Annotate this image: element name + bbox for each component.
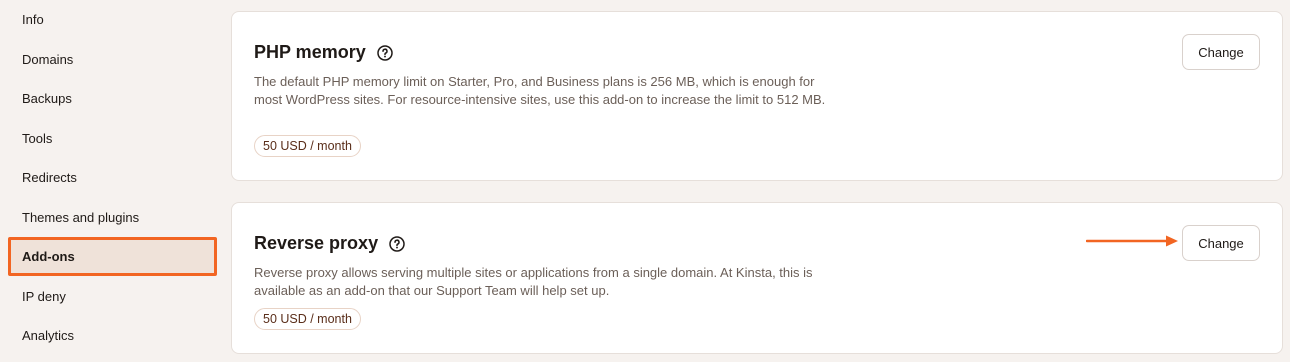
sidebar-item-label: Analytics	[22, 327, 75, 343]
addon-description: The default PHP memory limit on Starter,…	[254, 74, 826, 107]
sidebar-item-add-ons[interactable]: Add-ons	[8, 237, 217, 276]
sidebar-item-label: Redirects	[22, 169, 77, 185]
change-button-php-memory[interactable]: Change	[1182, 34, 1260, 70]
sidebar-item-themes-and-plugins[interactable]: Themes and plugins	[8, 200, 217, 234]
sidebar-item-label: Info	[22, 11, 44, 27]
sidebar-item-label: Themes and plugins	[22, 209, 140, 225]
addon-description: Reverse proxy allows serving multiple si…	[254, 265, 813, 298]
change-button-reverse-proxy[interactable]: Change	[1182, 225, 1260, 261]
sidebar-item-label: Add-ons	[22, 249, 75, 264]
sidebar-item-info[interactable]: Info	[8, 2, 217, 36]
question-circle-icon[interactable]	[389, 235, 405, 252]
sidebar-item-ip-deny[interactable]: IP deny	[8, 279, 217, 313]
price-badge: 50 USD / month	[254, 135, 361, 157]
sidebar-item-backups[interactable]: Backups	[8, 81, 217, 115]
sidebar-item-label: IP deny	[22, 288, 66, 304]
question-circle-icon[interactable]	[376, 44, 393, 61]
sidebar-item-tools[interactable]: Tools	[8, 121, 217, 155]
addon-title: PHP memory	[254, 42, 393, 63]
sidebar-item-analytics[interactable]: Analytics	[8, 318, 217, 352]
addon-title: Reverse proxy	[254, 233, 405, 254]
addon-title-text: Reverse proxy	[254, 233, 379, 253]
addon-title-text: PHP memory	[254, 42, 366, 62]
sidebar-item-label: Tools	[22, 130, 53, 146]
price-badge: 50 USD / month	[254, 308, 361, 330]
sidebar-item-domains[interactable]: Domains	[8, 42, 217, 76]
sidebar-item-label: Backups	[22, 90, 72, 106]
addon-card-reverse-proxy: Reverse proxy Reverse proxy allows servi…	[231, 202, 1283, 354]
addon-card-php-memory: PHP memory The default PHP memory limit …	[231, 11, 1283, 181]
arrow-right-icon	[1086, 235, 1178, 247]
sidebar-item-redirects[interactable]: Redirects	[8, 160, 217, 194]
sidebar-item-label: Domains	[22, 51, 74, 67]
sidebar: Info Domains Backups Tools Redirects The…	[0, 0, 218, 362]
